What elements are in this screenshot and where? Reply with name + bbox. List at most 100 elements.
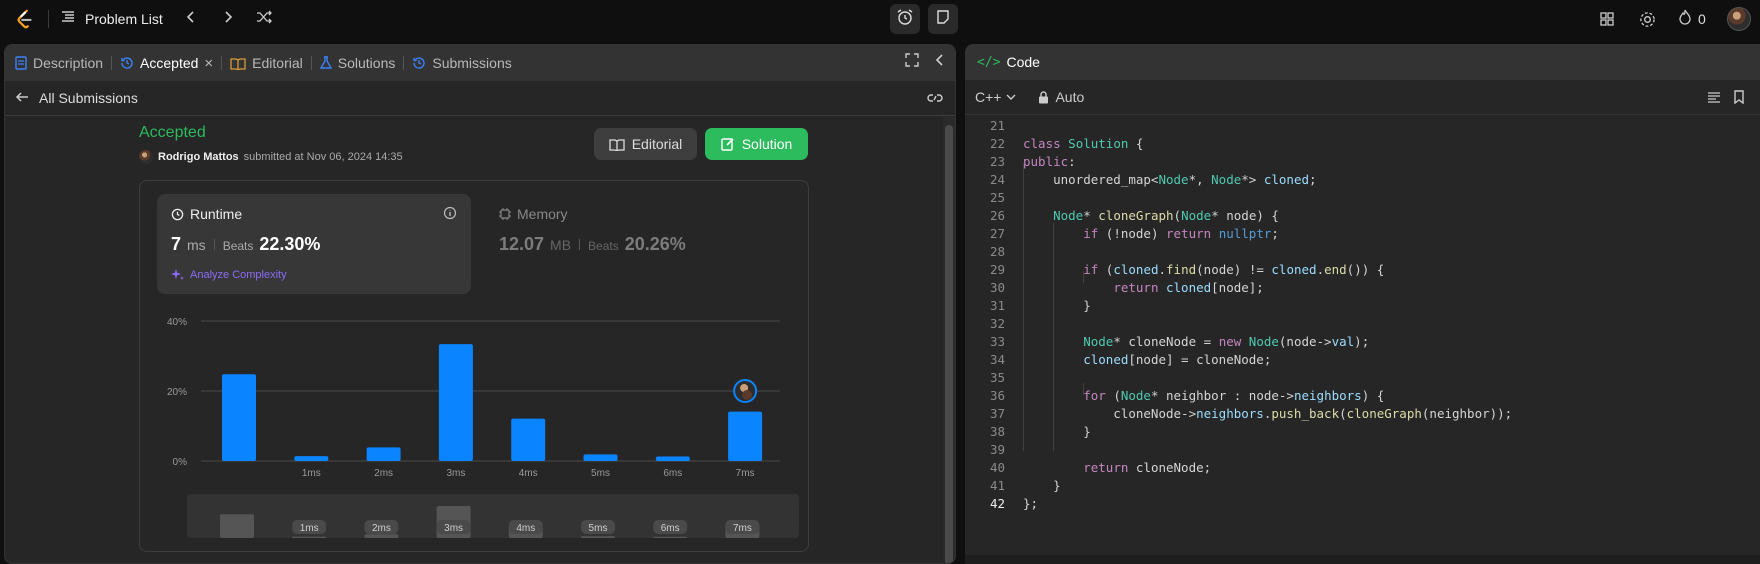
flame-icon [1678, 9, 1692, 28]
chart-bar[interactable] [294, 456, 329, 461]
auto-mode[interactable]: Auto [1038, 89, 1084, 105]
tab-solutions[interactable]: Solutions [312, 45, 404, 81]
prev-problem-icon[interactable] [184, 10, 198, 27]
code-line[interactable]: 31 } [965, 297, 1760, 315]
line-number: 37 [989, 406, 1005, 421]
code-line[interactable]: 34 cloned[node] = cloneNode; [965, 351, 1760, 369]
next-problem-icon[interactable] [221, 10, 235, 27]
y-tick-label: 20% [167, 387, 187, 398]
line-number: 39 [989, 442, 1005, 457]
info-icon[interactable] [443, 206, 457, 225]
editorial-button[interactable]: Editorial [594, 128, 697, 160]
code-text: }; [1023, 496, 1039, 511]
code-line[interactable]: 39 [965, 441, 1760, 459]
overview-label: 4ms [516, 523, 535, 534]
code-line[interactable]: 21 [965, 117, 1760, 135]
tab-accepted[interactable]: Accepted × [112, 45, 221, 81]
panel-resizer[interactable] [958, 44, 964, 559]
line-number: 38 [989, 424, 1005, 439]
timer-button[interactable] [890, 4, 920, 34]
all-submissions-link[interactable]: All Submissions [39, 90, 138, 106]
scrollbar-thumb[interactable] [945, 125, 953, 563]
chart-bar[interactable] [438, 344, 473, 461]
code-line[interactable]: 23 public: [965, 153, 1760, 171]
chart-bar[interactable] [366, 447, 401, 461]
tab-submissions[interactable]: Submissions [404, 45, 519, 81]
memory-card[interactable]: Memory [499, 206, 568, 222]
chart-bar[interactable] [655, 456, 690, 461]
x-tick-label: 2ms [374, 468, 393, 476]
code-text: cloned[node] = cloneNode; [1083, 352, 1272, 367]
code-line[interactable]: 25 [965, 189, 1760, 207]
code-line[interactable]: 29 if (cloned.find(node) != cloned.end()… [965, 261, 1760, 279]
divider [213, 239, 215, 250]
analyze-complexity-link[interactable]: Analyze Complexity [171, 268, 287, 282]
problem-list-link[interactable]: Problem List [85, 11, 163, 27]
maximize-icon[interactable] [905, 53, 919, 72]
line-number: 30 [989, 280, 1005, 295]
code-line[interactable]: 30 return cloned[node]; [965, 279, 1760, 297]
runtime-title: Runtime [190, 206, 243, 222]
code-line[interactable]: 27 if (!node) return nullptr; [965, 225, 1760, 243]
code-line[interactable]: 28 [965, 243, 1760, 261]
line-number: 41 [989, 478, 1005, 493]
code-line[interactable]: 42}; [965, 495, 1760, 513]
chart-bar[interactable] [511, 418, 546, 461]
notes-button[interactable] [928, 4, 958, 34]
runtime-overview-chart[interactable]: 1ms 2ms 3ms 4ms 5ms 6ms 7ms [187, 494, 799, 538]
code-icon: </> [977, 54, 1001, 70]
tab-label: Solutions [337, 55, 396, 71]
collapse-panel-icon[interactable] [933, 53, 947, 72]
chart-bar[interactable] [222, 374, 256, 461]
back-to-submissions[interactable]: All Submissions [5, 81, 955, 116]
code-text: Node* cloneNode = new Node(node->val); [1083, 334, 1370, 349]
code-text: cloneNode->neighbors.push_back(cloneGrap… [1023, 406, 1513, 421]
arrow-left-icon[interactable] [15, 90, 29, 107]
line-number: 28 [989, 244, 1005, 259]
code-text: if (cloned.find(node) != cloned.end()) { [1083, 262, 1385, 277]
x-tick-label: 5ms [591, 468, 610, 476]
line-number: 24 [989, 172, 1005, 187]
memory-value: 12.07 [499, 234, 545, 254]
streak-counter[interactable]: 0 [1678, 9, 1706, 28]
list-icon[interactable] [60, 9, 76, 28]
runtime-card[interactable]: Runtime 7 ms Beats 22.30% Analyze Comple… [157, 194, 471, 294]
user-avatar[interactable] [1727, 7, 1751, 31]
code-line[interactable]: 24 unordered_map<Node*, Node*> cloned; [965, 171, 1760, 189]
language-select[interactable]: C++ [975, 89, 1016, 105]
leetcode-logo-icon[interactable] [14, 8, 36, 30]
tab-description[interactable]: Description [5, 45, 111, 81]
close-tab-icon[interactable]: × [204, 55, 213, 72]
overview-bar [581, 536, 615, 538]
code-line[interactable]: 35 [965, 369, 1760, 387]
code-editor[interactable]: 21 22 class Solution {23 public: 24 unordere… [965, 115, 1760, 555]
link-icon[interactable] [927, 91, 943, 108]
chart-bar[interactable] [583, 454, 618, 461]
code-line[interactable]: 40 return cloneNode; [965, 459, 1760, 477]
author-name[interactable]: Rodrigo Mattos [158, 151, 239, 163]
solution-button[interactable]: Solution [705, 128, 808, 160]
code-line[interactable]: 38 } [965, 423, 1760, 441]
beats-label: Beats [222, 239, 254, 253]
code-line[interactable]: 37 cloneNode->neighbors.push_back(cloneG… [965, 405, 1760, 423]
code-line[interactable]: 26 Node* cloneGraph(Node* node) { [965, 207, 1760, 225]
code-line[interactable]: 32 [965, 315, 1760, 333]
tab-editorial[interactable]: Editorial [222, 45, 311, 81]
chart-bar[interactable] [728, 411, 763, 461]
format-icon[interactable] [1707, 90, 1721, 107]
line-number: 26 [989, 208, 1005, 223]
overview-label: 6ms [661, 523, 680, 534]
bookmark-icon[interactable] [1733, 90, 1745, 107]
shuffle-icon[interactable] [256, 9, 272, 28]
line-number: 36 [989, 388, 1005, 403]
code-line[interactable]: 33 Node* cloneNode = new Node(node->val)… [965, 333, 1760, 351]
code-line[interactable]: 41 } [965, 477, 1760, 495]
overview-label: 3ms [444, 523, 463, 534]
beats-label: Beats [588, 239, 619, 253]
code-line[interactable]: 22 class Solution { [965, 135, 1760, 153]
code-line[interactable]: 36 for (Node* neighbor : node->neighbors… [965, 387, 1760, 405]
settings-gear-icon[interactable] [1637, 9, 1657, 29]
line-number: 25 [989, 190, 1005, 205]
layout-icon[interactable] [1597, 9, 1617, 29]
line-number: 40 [989, 460, 1005, 475]
